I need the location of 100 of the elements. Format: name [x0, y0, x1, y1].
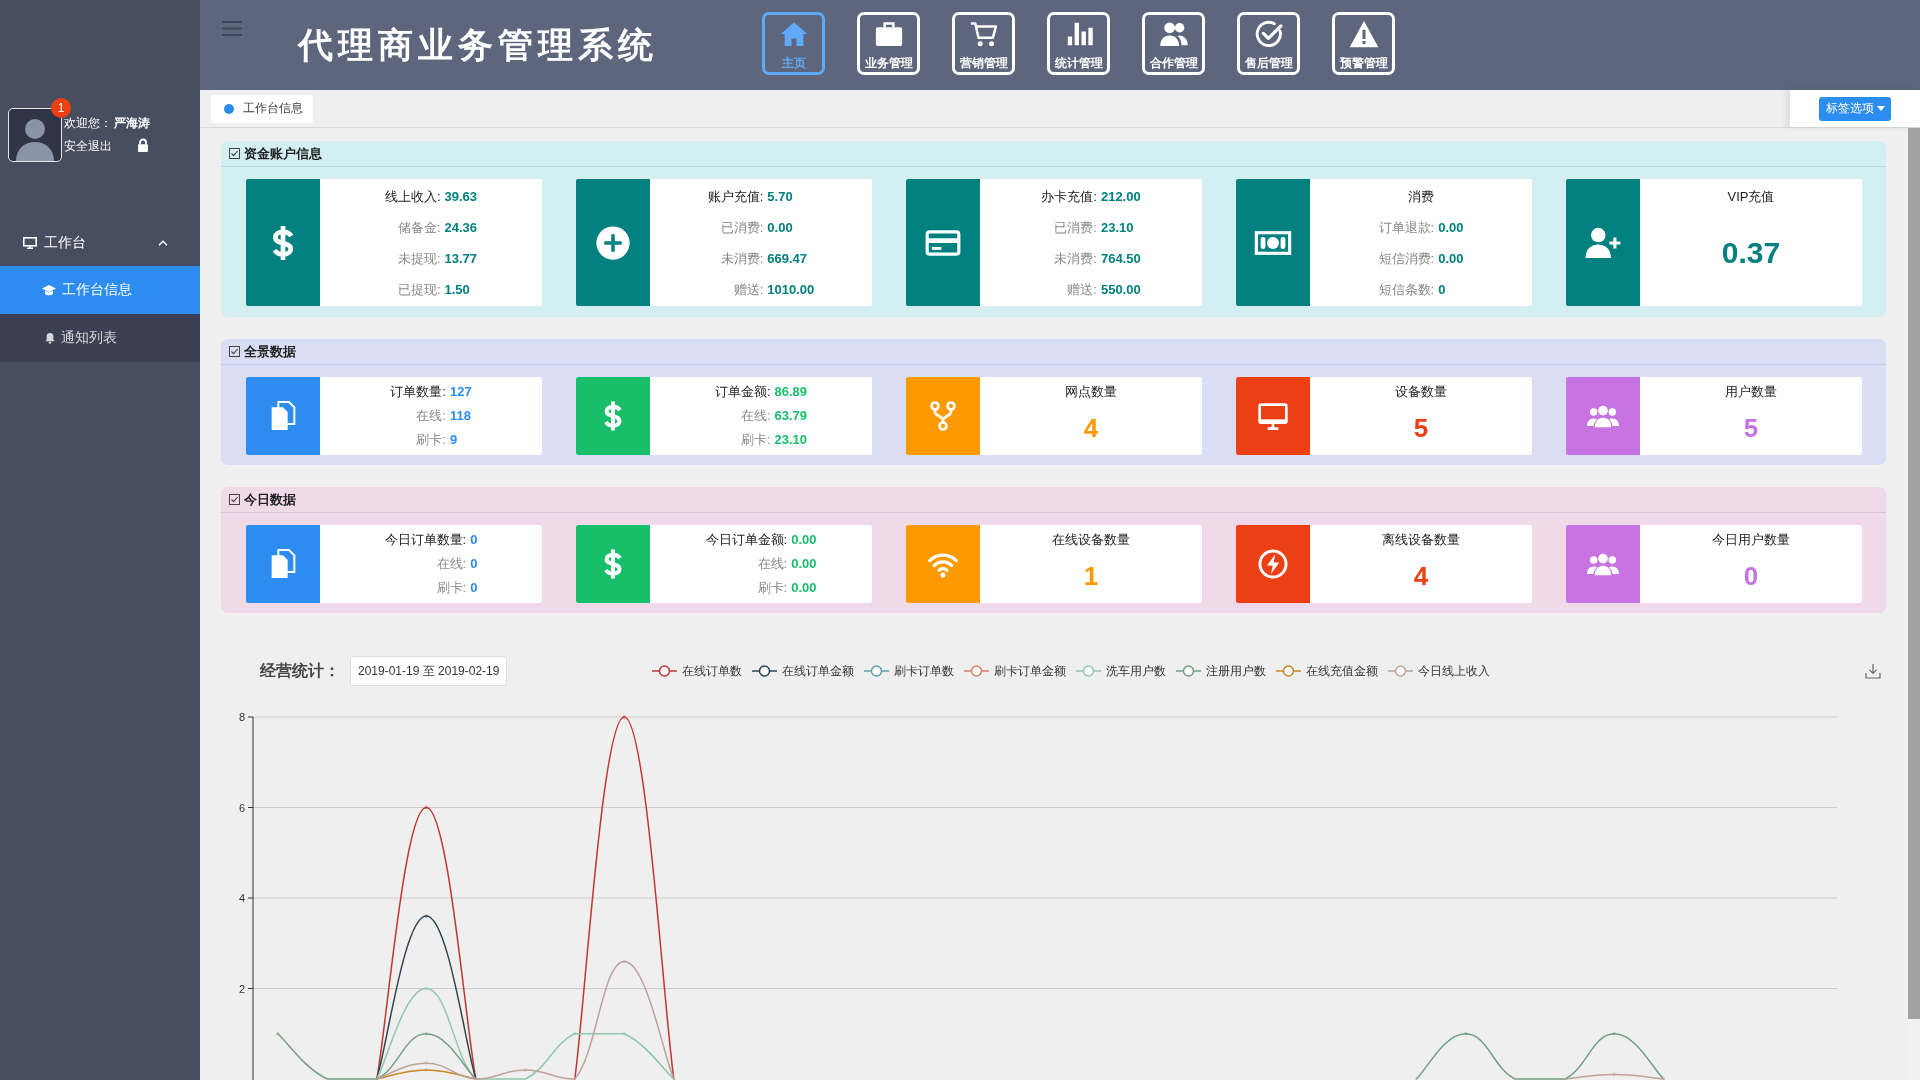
stat-label: 刷卡:: [416, 431, 446, 449]
stat-label: 在线:: [740, 407, 771, 425]
stat-value: 63.79: [774, 407, 808, 425]
data-point: [1612, 1073, 1616, 1076]
stat-label: 刷卡:: [757, 579, 788, 597]
legend-item[interactable]: 刷卡订单数: [863, 662, 954, 680]
data-point: [622, 959, 626, 963]
stat-label: 未提现:: [397, 250, 441, 268]
stat-value: 39.63: [444, 188, 478, 206]
stat-label: 订单退款:: [1378, 219, 1435, 237]
stat-value: 1.50: [444, 281, 470, 299]
stat-value: 0.00: [1438, 250, 1464, 268]
stat-value: 550.00: [1100, 281, 1141, 299]
stat-value: 24.36: [444, 219, 478, 237]
data-point: [573, 1032, 577, 1036]
graduation-cap-icon: [42, 284, 56, 296]
stat-label: 刷卡:: [436, 579, 467, 597]
legend-item[interactable]: 洗车用户数: [1075, 662, 1166, 680]
card-title: 今日用户数量: [1712, 531, 1790, 549]
nav-tab[interactable]: 业务管理: [857, 11, 920, 75]
stat-label: 已消费:: [1054, 219, 1097, 237]
stat-label: 线上收入:: [384, 188, 441, 206]
monitor-icon: [23, 236, 37, 249]
date-range-field[interactable]: 2019-01-19 至 2019-02-19: [350, 656, 508, 686]
card-title: 网点数量: [1065, 383, 1117, 401]
card-title: 用户数量: [1725, 383, 1777, 401]
stat-label: 短信条数:: [1378, 281, 1435, 299]
stat-value: 118: [449, 407, 471, 425]
dot-icon: [224, 103, 234, 114]
stat-value: 0.00: [767, 219, 793, 237]
axis-label: 2: [238, 982, 245, 995]
nav-tab[interactable]: 统计管理: [1047, 11, 1110, 75]
stat-label: 已提现:: [397, 281, 441, 299]
stat-value: 13.77: [444, 250, 478, 268]
checkbox-icon: [229, 346, 240, 357]
axis-label: 4: [238, 892, 245, 904]
lock-icon[interactable]: [137, 137, 149, 152]
legend-item[interactable]: 刷卡订单金额: [963, 662, 1066, 680]
stat-value: 23.10: [774, 431, 808, 449]
section-title: 资金账户信息: [244, 144, 322, 163]
stat-value: 23.10: [1100, 219, 1134, 237]
section-title: 全景数据: [244, 342, 296, 361]
legend-item[interactable]: 在线订单数: [651, 662, 742, 680]
stat-value: 0: [1438, 281, 1446, 299]
download-icon[interactable]: [1865, 663, 1881, 679]
big-number: 0.37: [1721, 238, 1781, 268]
menu-item[interactable]: 通知列表: [0, 314, 200, 362]
page-tab[interactable]: 工作台信息: [211, 94, 313, 123]
caret-down-icon: [1877, 106, 1885, 111]
nav-tab[interactable]: 合作管理: [1142, 11, 1205, 75]
stat-label: 赠送:: [1067, 281, 1097, 299]
stat-label: 已消费:: [720, 219, 764, 237]
nav-tab[interactable]: 营销管理: [952, 11, 1015, 75]
stat-value: 0: [470, 579, 478, 597]
stat-label: 未消费:: [1054, 250, 1097, 268]
stat-label: 订单金额:: [714, 383, 771, 401]
menu-group[interactable]: 工作台: [0, 219, 200, 266]
data-point: [424, 914, 428, 918]
big-number: 5: [1743, 414, 1759, 441]
stat-label: 账户充值:: [707, 188, 764, 206]
card-title: 设备数量: [1395, 383, 1447, 401]
stat-value: 0: [470, 555, 478, 573]
user-name: 严海涛: [114, 115, 150, 132]
big-number: 0: [1743, 562, 1759, 589]
checkbox-icon: [229, 494, 240, 505]
nav-tab[interactable]: 预警管理: [1332, 11, 1395, 75]
stats-title: 经营统计：: [260, 660, 340, 681]
data-point: [424, 1032, 428, 1036]
checkbox-icon: [229, 148, 240, 159]
big-number: 4: [1413, 562, 1429, 589]
stat-label: 未消费:: [720, 250, 764, 268]
stat-label: 在线:: [436, 555, 467, 573]
data-point: [276, 1032, 280, 1036]
legend-item[interactable]: 注册用户数: [1175, 662, 1266, 680]
stat-value: 0: [470, 531, 478, 549]
stat-label: 在线:: [416, 407, 446, 425]
data-point: [622, 1032, 626, 1036]
stat-label: 订单数量:: [390, 383, 446, 401]
logout-link[interactable]: 安全退出: [64, 138, 112, 155]
data-point: [622, 715, 626, 719]
bell-icon: [45, 332, 55, 344]
data-point: [424, 1061, 428, 1065]
stat-label: 在线:: [757, 555, 788, 573]
data-point: [1464, 1032, 1468, 1036]
legend-item[interactable]: 在线订单金额: [751, 662, 854, 680]
nav-tab[interactable]: 售后管理: [1237, 11, 1300, 75]
card-title: 消费: [1408, 188, 1434, 206]
legend-item[interactable]: 在线充值金额: [1275, 662, 1378, 680]
stat-value: 1010.00: [767, 281, 815, 299]
data-point: [523, 1068, 527, 1072]
stat-value: 0.00: [1438, 219, 1464, 237]
stat-value: 0.00: [791, 531, 817, 549]
section-title: 今日数据: [244, 490, 296, 509]
data-point: [1612, 1032, 1616, 1036]
big-number: 5: [1413, 414, 1429, 441]
axis-label: 6: [238, 801, 245, 814]
stat-label: 赠送:: [733, 281, 764, 299]
legend-item[interactable]: 今日线上收入: [1387, 662, 1490, 680]
stat-value: 127: [449, 383, 472, 401]
stat-value: 86.89: [774, 383, 808, 401]
